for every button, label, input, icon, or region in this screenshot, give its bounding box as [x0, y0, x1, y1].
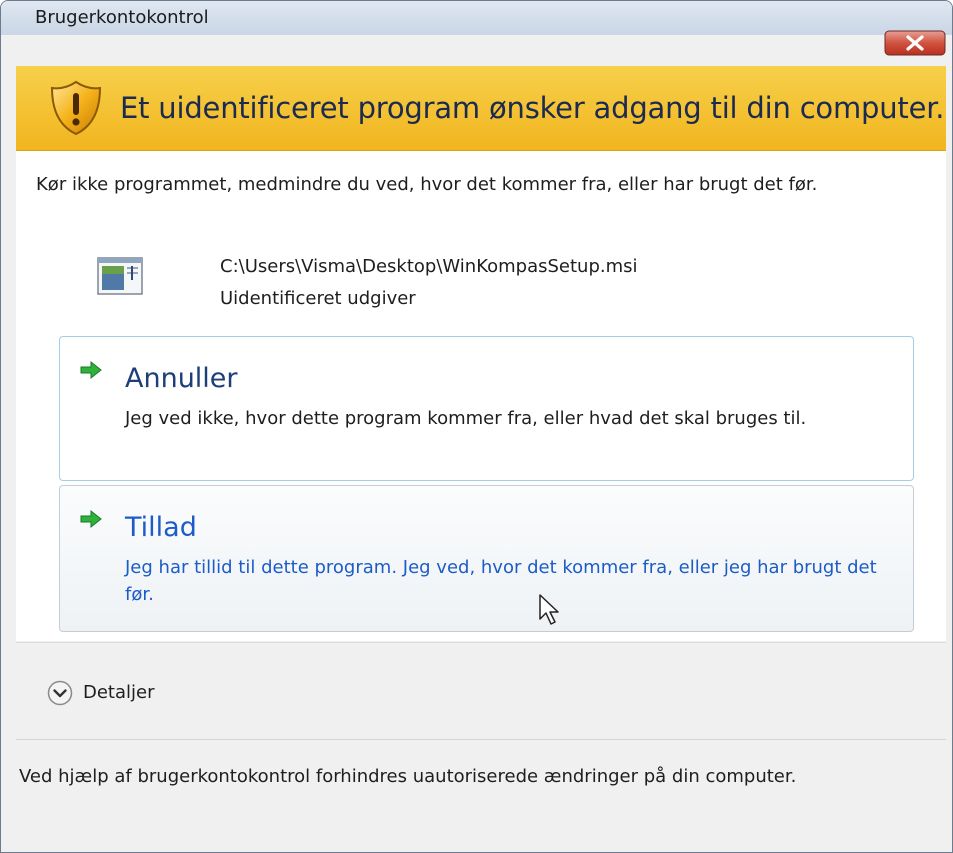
window-title: Brugerkontokontrol	[35, 7, 209, 28]
chevron-down-icon	[47, 680, 73, 706]
allow-option-button[interactable]: Tillad Jeg har tillid til dette program.…	[59, 485, 914, 632]
content-area: Kør ikke programmet, medmindre du ved, h…	[16, 151, 946, 641]
allow-option-description: Jeg har tillid til dette program. Jeg ve…	[125, 557, 877, 605]
warning-text: Kør ikke programmet, medmindre du ved, h…	[36, 174, 818, 195]
cancel-option-button[interactable]: Annuller Jeg ved ikke, hvor dette progra…	[59, 336, 914, 481]
footer-text: Ved hjælp af brugerkontokontrol forhindr…	[19, 766, 797, 787]
details-label: Detaljer	[83, 682, 155, 703]
banner-message: Et uidentificeret program ønsker adgang …	[120, 91, 945, 125]
close-icon	[884, 30, 946, 56]
divider	[16, 642, 946, 643]
shield-warning-icon	[50, 80, 102, 136]
green-arrow-icon	[80, 360, 102, 380]
cancel-option-title: Annuller	[125, 363, 238, 394]
title-bar: Brugerkontokontrol	[1, 1, 952, 35]
green-arrow-icon	[80, 509, 102, 529]
close-button[interactable]	[884, 30, 946, 56]
publisher-label: Uidentificeret udgiver	[220, 288, 416, 309]
cancel-option-description: Jeg ved ikke, hvor dette program kommer …	[125, 408, 807, 429]
details-toggle[interactable]: Detaljer	[47, 677, 197, 709]
allow-option-title: Tillad	[125, 512, 197, 543]
mouse-pointer-icon	[539, 594, 559, 625]
uac-dialog: Brugerkontokontrol Et uidentificeret pro…	[0, 0, 953, 853]
program-icon	[97, 257, 143, 295]
divider	[16, 739, 946, 740]
warning-banner: Et uidentificeret program ønsker adgang …	[16, 66, 946, 151]
program-path: C:\Users\Visma\Desktop\WinKompasSetup.ms…	[220, 256, 638, 277]
